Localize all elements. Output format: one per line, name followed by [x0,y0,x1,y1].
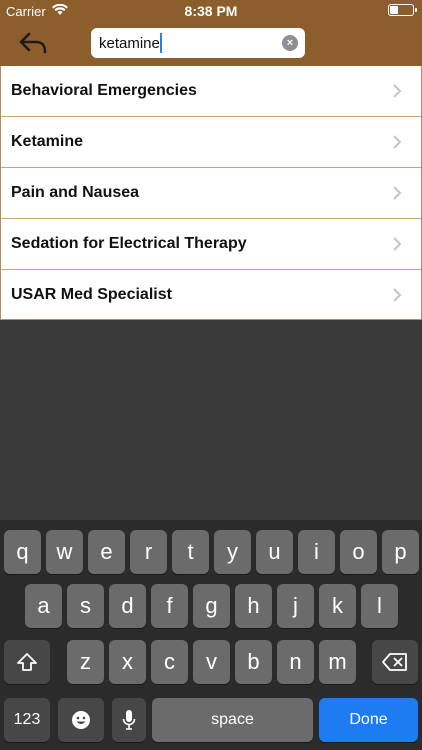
key-b[interactable]: b [235,640,272,684]
key-w[interactable]: w [46,530,83,574]
key-d[interactable]: d [109,584,146,628]
battery-icon [388,4,417,16]
key-s[interactable]: s [67,584,104,628]
keyboard: q w e r t y u i o p a s d f g h j k l z … [0,520,422,750]
list-item[interactable]: USAR Med Specialist [1,269,421,320]
backspace-key[interactable] [372,640,418,684]
chevron-right-icon [393,135,402,149]
shift-arrow-icon [17,653,37,671]
key-i[interactable]: i [298,530,335,574]
key-k[interactable]: k [319,584,356,628]
space-key[interactable]: space [152,698,313,742]
key-o[interactable]: o [340,530,377,574]
emoji-key[interactable] [58,698,104,742]
list-item[interactable]: Behavioral Emergencies [1,66,421,116]
done-key[interactable]: Done [319,698,418,742]
list-item-label: Pain and Nausea [11,184,140,201]
key-m[interactable]: m [319,640,356,684]
shift-key[interactable] [4,640,50,684]
chevron-right-icon [393,288,402,302]
chevron-right-icon [393,186,402,200]
chevron-right-icon [393,237,402,251]
key-l[interactable]: l [361,584,398,628]
delete-backspace-icon [382,653,407,671]
list-item-label: Sedation for Electrical Therapy [11,235,247,252]
list-item[interactable]: Sedation for Electrical Therapy [1,218,421,269]
status-time: 8:38 PM [184,3,238,19]
back-button[interactable] [16,28,50,58]
key-g[interactable]: g [193,584,230,628]
key-u[interactable]: u [256,530,293,574]
emoji-face-icon [72,711,90,729]
status-bar: Carrier 8:38 PM [0,0,422,22]
list-item-label: USAR Med Specialist [11,286,172,303]
key-v[interactable]: v [193,640,230,684]
key-j[interactable]: j [277,584,314,628]
key-q[interactable]: q [4,530,41,574]
results-list: Behavioral Emergencies Ketamine Pain and… [0,66,422,320]
list-item-label: Ketamine [11,133,84,150]
key-c[interactable]: c [151,640,188,684]
chevron-right-icon [393,84,402,98]
clear-circle-icon[interactable]: × [282,35,298,51]
key-y[interactable]: y [214,530,251,574]
key-f[interactable]: f [151,584,188,628]
key-a[interactable]: a [25,584,62,628]
search-field[interactable]: × [91,28,305,58]
key-x[interactable]: x [109,640,146,684]
list-item[interactable]: Pain and Nausea [1,167,421,218]
microphone-icon [122,710,136,730]
key-r[interactable]: r [130,530,167,574]
top-bar: Carrier 8:38 PM × [0,0,422,66]
key-e[interactable]: e [88,530,125,574]
key-p[interactable]: p [382,530,419,574]
key-h[interactable]: h [235,584,272,628]
list-item[interactable]: Ketamine [1,116,421,167]
numbers-key[interactable]: 123 [4,698,50,742]
reply-arrow-icon [19,32,47,54]
text-caret [160,33,162,53]
key-t[interactable]: t [172,530,209,574]
list-item-label: Behavioral Emergencies [11,82,197,99]
dictation-key[interactable] [112,698,146,742]
key-n[interactable]: n [277,640,314,684]
key-z[interactable]: z [67,640,104,684]
search-input[interactable] [99,28,279,58]
nav-bar: × [0,22,422,66]
